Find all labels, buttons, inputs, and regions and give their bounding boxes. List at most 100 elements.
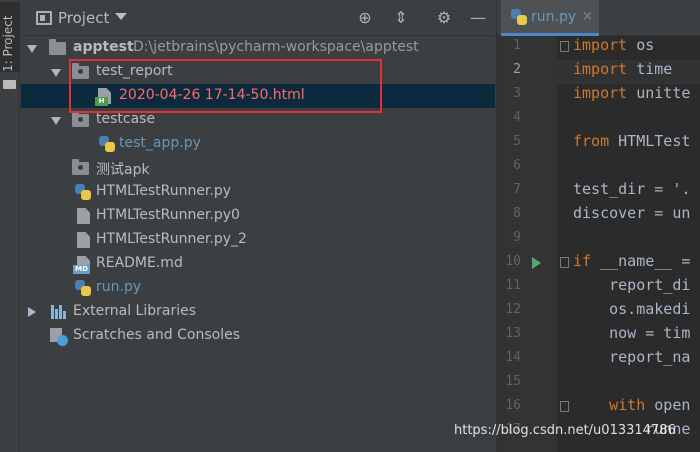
line-number: 11 bbox=[505, 278, 521, 293]
gear-icon[interactable]: ⚙ bbox=[434, 8, 454, 28]
tree-item-label: HTMLTestRunner.py bbox=[96, 183, 232, 199]
tree-item-label: run.py bbox=[96, 279, 142, 295]
python-file-icon bbox=[99, 136, 115, 152]
watermark-text: https://blog.csdn.net/u013314786 bbox=[454, 423, 676, 438]
tree-item-label: testcase bbox=[96, 111, 156, 127]
tree-item-scratches[interactable]: Scratches and Consoles bbox=[21, 324, 495, 348]
code-line[interactable]: from HTMLTest bbox=[573, 132, 690, 150]
panel-title[interactable]: Project bbox=[58, 9, 109, 27]
code-line[interactable]: report_na bbox=[573, 348, 690, 366]
code-keyword: with bbox=[573, 396, 646, 414]
hide-panel-icon[interactable]: — bbox=[468, 8, 488, 28]
code-line[interactable]: test_dir = '. bbox=[573, 180, 690, 198]
folder-icon bbox=[49, 39, 66, 55]
project-panel-header: Project ⊕ ⇕ ⚙ — bbox=[21, 0, 495, 36]
tree-item-test-app[interactable]: test_app.py bbox=[21, 132, 495, 156]
line-number: 9 bbox=[513, 230, 521, 245]
project-view-icon bbox=[36, 11, 52, 25]
scratches-icon bbox=[50, 328, 68, 346]
code-line[interactable]: report_di bbox=[573, 276, 690, 294]
code-text: unitte bbox=[627, 84, 691, 102]
tree-item-label: HTMLTestRunner.py_2 bbox=[96, 231, 247, 247]
text-file-icon bbox=[77, 232, 90, 248]
package-folder-icon bbox=[72, 111, 89, 127]
tree-item-run-py[interactable]: run.py bbox=[21, 276, 495, 300]
text-file-icon bbox=[77, 208, 90, 224]
run-arrow-icon[interactable] bbox=[532, 257, 541, 269]
code-text: os.makedi bbox=[573, 300, 691, 318]
code-keyword: if bbox=[573, 252, 592, 270]
code-text: __name__ = bbox=[591, 252, 691, 270]
close-icon[interactable]: × bbox=[582, 9, 593, 24]
code-editor[interactable]: run.py × 1 2 3 4 5 6 7 8 9 10 11 12 13 14 15 16 17 impor… bbox=[496, 0, 700, 452]
code-line[interactable]: if __name__ = bbox=[573, 252, 690, 270]
code-keyword: import bbox=[573, 60, 628, 78]
editor-tab-label: run.py bbox=[531, 9, 577, 25]
expand-arrow-icon[interactable] bbox=[51, 117, 61, 125]
tree-item-apk-dir[interactable]: 测试apk bbox=[21, 156, 495, 180]
code-text: time bbox=[627, 60, 673, 78]
code-line[interactable]: import time bbox=[573, 60, 672, 78]
line-number: 10 bbox=[505, 254, 521, 269]
md-badge: MD bbox=[73, 265, 90, 274]
line-number: 16 bbox=[505, 398, 521, 413]
code-text: test_dir = '. bbox=[573, 180, 691, 198]
python-file-icon bbox=[75, 280, 91, 296]
tree-item-label: Scratches and Consoles bbox=[73, 327, 240, 343]
code-text: discover = un bbox=[573, 204, 691, 222]
tree-item-label: 测试apk bbox=[96, 162, 150, 178]
code-line[interactable]: os.makedi bbox=[573, 300, 690, 318]
fold-marker-icon[interactable] bbox=[560, 401, 569, 412]
tree-item-label: apptest bbox=[73, 39, 134, 55]
line-number: 4 bbox=[513, 110, 521, 125]
line-number: 2 bbox=[513, 62, 521, 77]
expand-arrow-icon[interactable] bbox=[27, 45, 37, 53]
line-number: 8 bbox=[513, 206, 521, 221]
tree-item-label: HTMLTestRunner.py0 bbox=[96, 207, 240, 223]
tree-item-label: test_app.py bbox=[119, 135, 201, 151]
project-panel: Project ⊕ ⇕ ⚙ — apptest D:\jetbrains\pyc… bbox=[21, 0, 495, 452]
tree-item-runner-py2[interactable]: HTMLTestRunner.py_2 bbox=[21, 228, 495, 252]
code-text: report_di bbox=[573, 276, 691, 294]
line-number: 14 bbox=[505, 350, 521, 365]
expand-arrow-icon[interactable] bbox=[28, 307, 36, 317]
locate-file-icon[interactable]: ⊕ bbox=[355, 8, 375, 28]
view-dropdown-icon[interactable] bbox=[115, 13, 127, 20]
tree-item-readme[interactable]: MD README.md bbox=[21, 252, 495, 276]
editor-tab-run-py[interactable]: run.py × bbox=[501, 0, 599, 36]
collapse-all-icon[interactable]: ⇕ bbox=[391, 8, 411, 28]
project-tool-tab-label: 1: Project bbox=[1, 15, 15, 72]
code-line[interactable]: import unitte bbox=[573, 84, 690, 102]
expand-arrow-icon[interactable] bbox=[51, 69, 61, 77]
fold-marker-icon[interactable] bbox=[560, 41, 569, 52]
code-line[interactable]: with open bbox=[573, 396, 690, 414]
tree-item-external-libraries[interactable]: External Libraries bbox=[21, 300, 495, 324]
code-line[interactable]: now = tim bbox=[573, 324, 690, 342]
line-number: 3 bbox=[513, 86, 521, 101]
package-folder-icon bbox=[72, 159, 89, 175]
code-keyword: from bbox=[573, 132, 610, 150]
project-tool-tab[interactable]: 1: Project bbox=[0, 2, 20, 72]
line-number: 7 bbox=[513, 182, 521, 197]
tree-item-path: D:\jetbrains\pycharm-workspace\apptest bbox=[133, 39, 419, 55]
code-line[interactable]: import os bbox=[573, 36, 654, 54]
python-file-icon bbox=[75, 184, 91, 200]
tree-item-runner-py[interactable]: HTMLTestRunner.py bbox=[21, 180, 495, 204]
fold-marker-icon[interactable] bbox=[560, 257, 569, 268]
code-text: now = tim bbox=[573, 324, 691, 342]
editor-tab-bar: run.py × bbox=[497, 0, 700, 36]
tree-item-runner-py0[interactable]: HTMLTestRunner.py0 bbox=[21, 204, 495, 228]
red-highlight-annotation bbox=[69, 59, 382, 113]
code-text: open bbox=[645, 396, 691, 414]
code-text: report_na bbox=[573, 348, 691, 366]
tree-item-apptest[interactable]: apptest D:\jetbrains\pycharm-workspace\a… bbox=[21, 36, 495, 60]
tool-window-strip: 1: Project bbox=[0, 0, 20, 452]
code-text: os bbox=[627, 36, 655, 54]
code-text: HTMLTest bbox=[609, 132, 691, 150]
python-file-icon bbox=[511, 9, 527, 25]
line-number: 1 bbox=[513, 38, 521, 53]
line-number: 12 bbox=[505, 302, 521, 317]
code-keyword: import bbox=[573, 84, 628, 102]
line-number: 15 bbox=[505, 374, 521, 389]
code-line[interactable]: discover = un bbox=[573, 204, 690, 222]
